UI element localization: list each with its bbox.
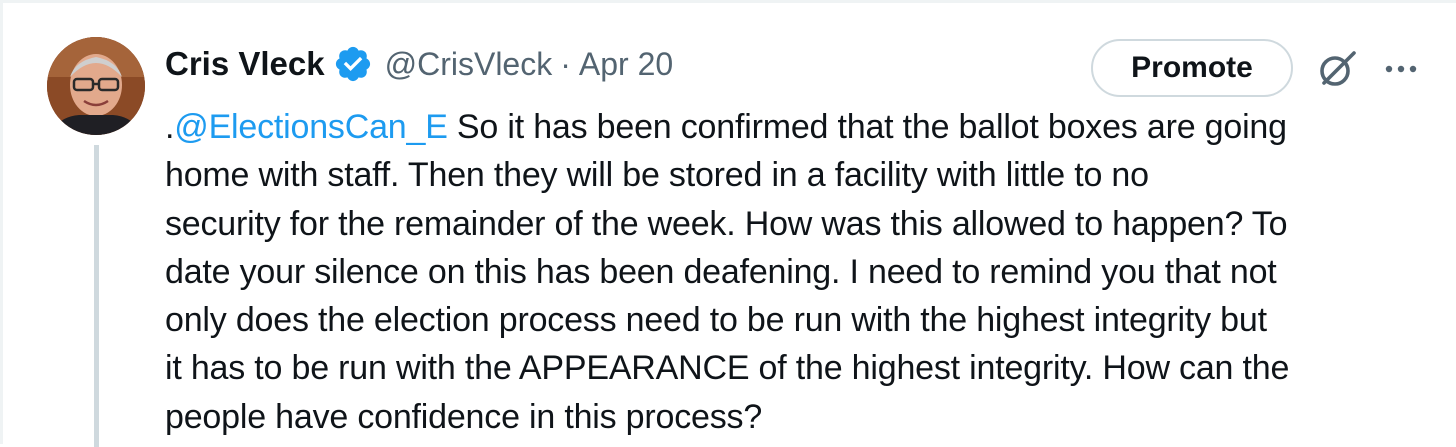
tweet-text: .@ElectionsCan_E So it has been confirme… — [165, 103, 1445, 441]
author-display-name[interactable]: Cris Vleck — [165, 45, 325, 83]
grok-icon[interactable] — [1315, 47, 1359, 91]
author-handle[interactable]: @CrisVleck — [385, 46, 553, 83]
tweet-text-line-6: it has to be run with the APPEARANCE of … — [165, 349, 1290, 388]
tweet-text-line-5: only does the election process need to b… — [165, 301, 1267, 340]
avatar[interactable] — [47, 37, 145, 135]
promote-button[interactable]: Promote — [1091, 39, 1293, 97]
more-options-icon[interactable] — [1381, 51, 1421, 87]
tweet-text-line-4: date your silence on this has been deafe… — [165, 252, 1277, 291]
tweet-header: Cris Vleck @CrisVleck · Apr 20 — [165, 39, 673, 89]
text-prefix: . — [165, 108, 175, 146]
verified-badge-icon[interactable] — [333, 44, 373, 84]
mention-link[interactable]: @ElectionsCan_E — [174, 108, 448, 146]
tweet-date[interactable]: Apr 20 — [579, 46, 673, 83]
avatar-photo — [47, 37, 145, 135]
tweet-text-line-2: home with staff. Then they will be store… — [165, 156, 1149, 195]
tweet-text-line-1: .@ElectionsCan_E So it has been confirme… — [165, 103, 1445, 151]
thread-line — [94, 145, 99, 447]
header-separator: · — [560, 45, 571, 82]
text-line-1-rest: So it has been confirmed that the ballot… — [447, 108, 1287, 146]
tweet-text-line-3: security for the remainder of the week. … — [165, 204, 1288, 243]
tweet-container: Cris Vleck @CrisVleck · Apr 20 Promote .… — [0, 0, 1456, 447]
tweet-text-line-7: people have confidence in this process? — [165, 397, 763, 436]
